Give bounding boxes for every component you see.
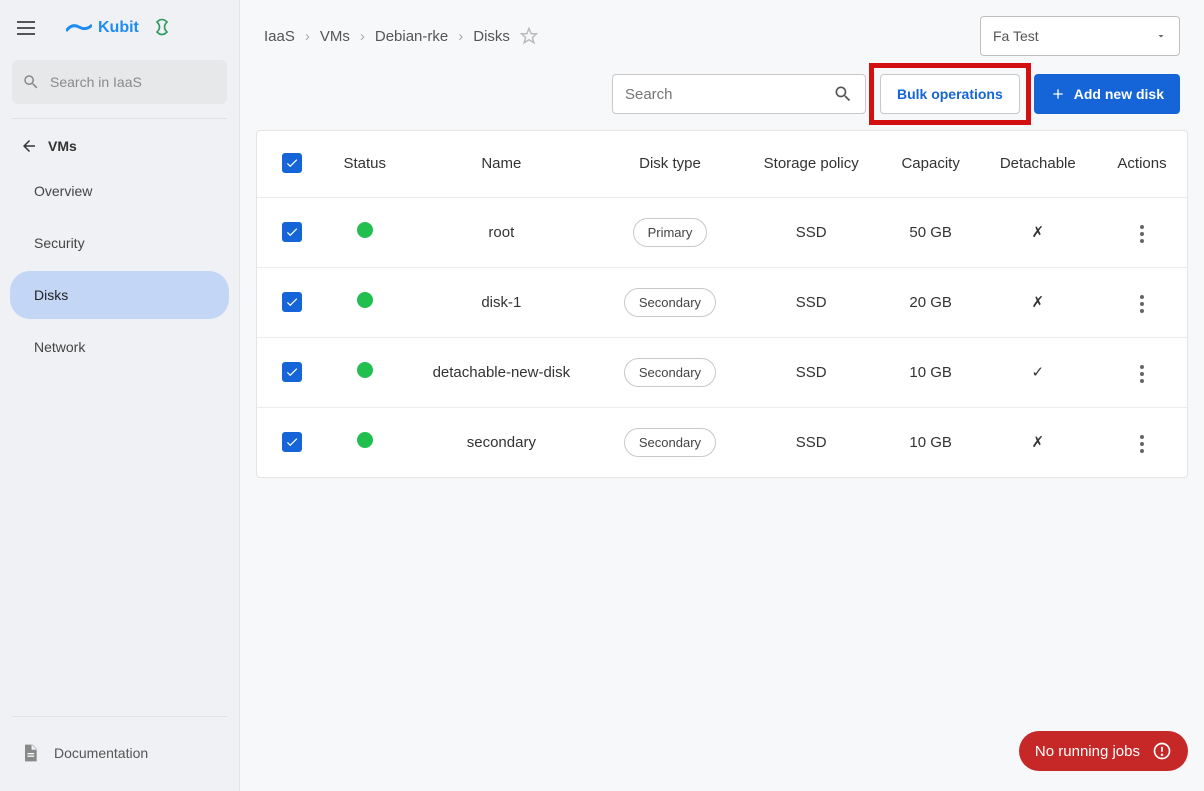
row-actions-menu[interactable] [1134, 429, 1150, 459]
project-selector[interactable]: Fa Test [980, 16, 1180, 56]
breadcrumb-item-2[interactable]: Debian-rke [375, 28, 448, 45]
sidebar: Kubit Search in IaaS VMs Overview Securi… [0, 0, 240, 791]
breadcrumb-item-3[interactable]: Disks [473, 28, 510, 45]
cell-capacity: 10 GB [883, 337, 979, 407]
sidebar-search-placeholder: Search in IaaS [50, 74, 142, 90]
col-header-policy[interactable]: Storage policy [740, 131, 883, 197]
document-icon [20, 743, 40, 763]
table-row: detachable-new-disk Secondary SSD 10 GB … [257, 337, 1187, 407]
col-header-actions: Actions [1097, 131, 1187, 197]
cell-policy: SSD [740, 197, 883, 267]
jobs-label: No running jobs [1035, 743, 1140, 760]
cell-capacity: 50 GB [883, 197, 979, 267]
search-icon [22, 73, 40, 91]
cell-detachable: ✗ [979, 197, 1097, 267]
select-all-checkbox[interactable] [282, 153, 302, 173]
search-input[interactable] [625, 86, 833, 103]
menu-toggle-icon[interactable] [14, 16, 38, 40]
cell-policy: SSD [740, 267, 883, 337]
cell-detachable: ✗ [979, 407, 1097, 477]
check-icon [285, 295, 299, 309]
breadcrumb-item-1[interactable]: VMs [320, 28, 350, 45]
sidebar-nav: Overview Security Disks Network [0, 165, 239, 373]
sidebar-item-security[interactable]: Security [10, 219, 229, 267]
check-icon [285, 225, 299, 239]
table-row: secondary Secondary SSD 10 GB ✗ [257, 407, 1187, 477]
col-header-detachable[interactable]: Detachable [979, 131, 1097, 197]
table-search[interactable] [612, 74, 866, 114]
arrow-left-icon [20, 137, 38, 155]
breadcrumb: IaaS › VMs › Debian-rke › Disks [264, 27, 538, 45]
row-checkbox[interactable] [282, 432, 302, 452]
row-actions-menu[interactable] [1134, 289, 1150, 319]
cell-name: root [402, 197, 600, 267]
chevron-right-icon: › [458, 28, 463, 45]
col-header-type[interactable]: Disk type [600, 131, 739, 197]
status-dot [357, 292, 373, 308]
project-selector-value: Fa Test [993, 28, 1039, 44]
sidebar-item-overview[interactable]: Overview [10, 167, 229, 215]
table-header-row: Status Name Disk type Storage policy Cap… [257, 131, 1187, 197]
disk-type-chip: Secondary [624, 358, 716, 387]
cell-detachable: ✗ [979, 267, 1097, 337]
table-row: disk-1 Secondary SSD 20 GB ✗ [257, 267, 1187, 337]
check-icon [285, 435, 299, 449]
check-icon [285, 365, 299, 379]
disk-type-chip: Secondary [624, 288, 716, 317]
col-header-status[interactable]: Status [327, 131, 402, 197]
add-new-disk-button[interactable]: Add new disk [1034, 74, 1180, 114]
row-actions-menu[interactable] [1134, 359, 1150, 389]
add-new-disk-label: Add new disk [1074, 86, 1164, 102]
cell-name: disk-1 [402, 267, 600, 337]
disks-table: Status Name Disk type Storage policy Cap… [256, 130, 1188, 478]
cell-policy: SSD [740, 337, 883, 407]
chevron-right-icon: › [305, 28, 310, 45]
plus-icon [1050, 86, 1066, 102]
col-header-name[interactable]: Name [402, 131, 600, 197]
breadcrumb-item-0[interactable]: IaaS [264, 28, 295, 45]
documentation-label: Documentation [54, 745, 148, 761]
disk-type-chip: Primary [633, 218, 708, 247]
bulk-operations-button[interactable]: Bulk operations [880, 74, 1020, 114]
alert-circle-icon [1152, 741, 1172, 761]
sidebar-item-disks[interactable]: Disks [10, 271, 229, 319]
chevron-right-icon: › [360, 28, 365, 45]
sidebar-back[interactable]: VMs [0, 127, 239, 165]
sidebar-item-network[interactable]: Network [10, 323, 229, 371]
status-dot [357, 222, 373, 238]
search-icon [833, 84, 853, 104]
row-checkbox[interactable] [282, 362, 302, 382]
jobs-status-pill[interactable]: No running jobs [1019, 731, 1188, 771]
main-content: IaaS › VMs › Debian-rke › Disks Fa Test … [240, 0, 1204, 791]
brand-name: Kubit [98, 19, 139, 37]
row-checkbox[interactable] [282, 222, 302, 242]
row-checkbox[interactable] [282, 292, 302, 312]
status-dot [357, 432, 373, 448]
sidebar-back-label: VMs [48, 138, 77, 154]
star-icon[interactable] [520, 27, 538, 45]
cell-capacity: 20 GB [883, 267, 979, 337]
documentation-link[interactable]: Documentation [0, 725, 239, 781]
brand-secondary-icon [153, 18, 171, 39]
cell-name: detachable-new-disk [402, 337, 600, 407]
chevron-down-icon [1155, 30, 1167, 42]
check-icon [285, 156, 299, 170]
col-header-capacity[interactable]: Capacity [883, 131, 979, 197]
cell-capacity: 10 GB [883, 407, 979, 477]
cell-detachable: ✓ [979, 337, 1097, 407]
cell-policy: SSD [740, 407, 883, 477]
status-dot [357, 362, 373, 378]
sidebar-search[interactable]: Search in IaaS [12, 60, 227, 104]
table-row: root Primary SSD 50 GB ✗ [257, 197, 1187, 267]
row-actions-menu[interactable] [1134, 219, 1150, 249]
divider [12, 118, 227, 119]
cell-name: secondary [402, 407, 600, 477]
disk-type-chip: Secondary [624, 428, 716, 457]
divider [12, 716, 227, 717]
brand-logo[interactable]: Kubit [66, 19, 139, 37]
